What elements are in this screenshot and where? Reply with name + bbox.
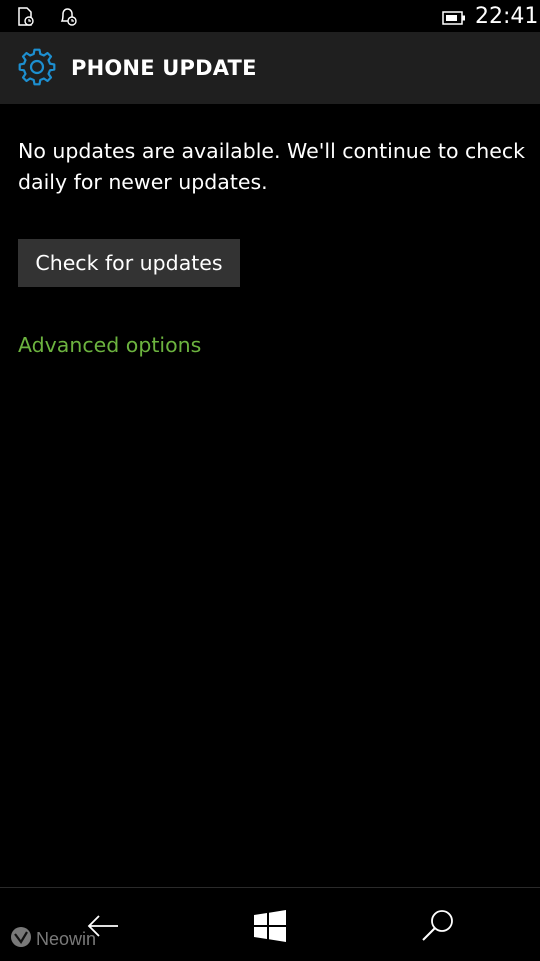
page-title: PHONE UPDATE [71,56,257,80]
neowin-watermark: Neowin [10,926,96,952]
status-time: 22:41 [475,4,539,29]
battery-icon [442,10,466,25]
windows-logo-icon[interactable] [250,906,290,946]
update-status-message: No updates are available. We'll continue… [18,139,526,194]
status-bar: 22:41 [0,0,540,32]
gear-icon [18,48,56,86]
bell-clock-icon [58,7,78,27]
advanced-options-link[interactable]: Advanced options [18,330,201,360]
search-icon[interactable] [419,906,459,946]
document-clock-icon [16,7,36,27]
check-for-updates-button[interactable]: Check for updates [18,239,240,287]
neowin-logo-icon [10,926,32,952]
watermark-text: Neowin [36,928,97,949]
page-header: PHONE UPDATE [0,32,540,104]
